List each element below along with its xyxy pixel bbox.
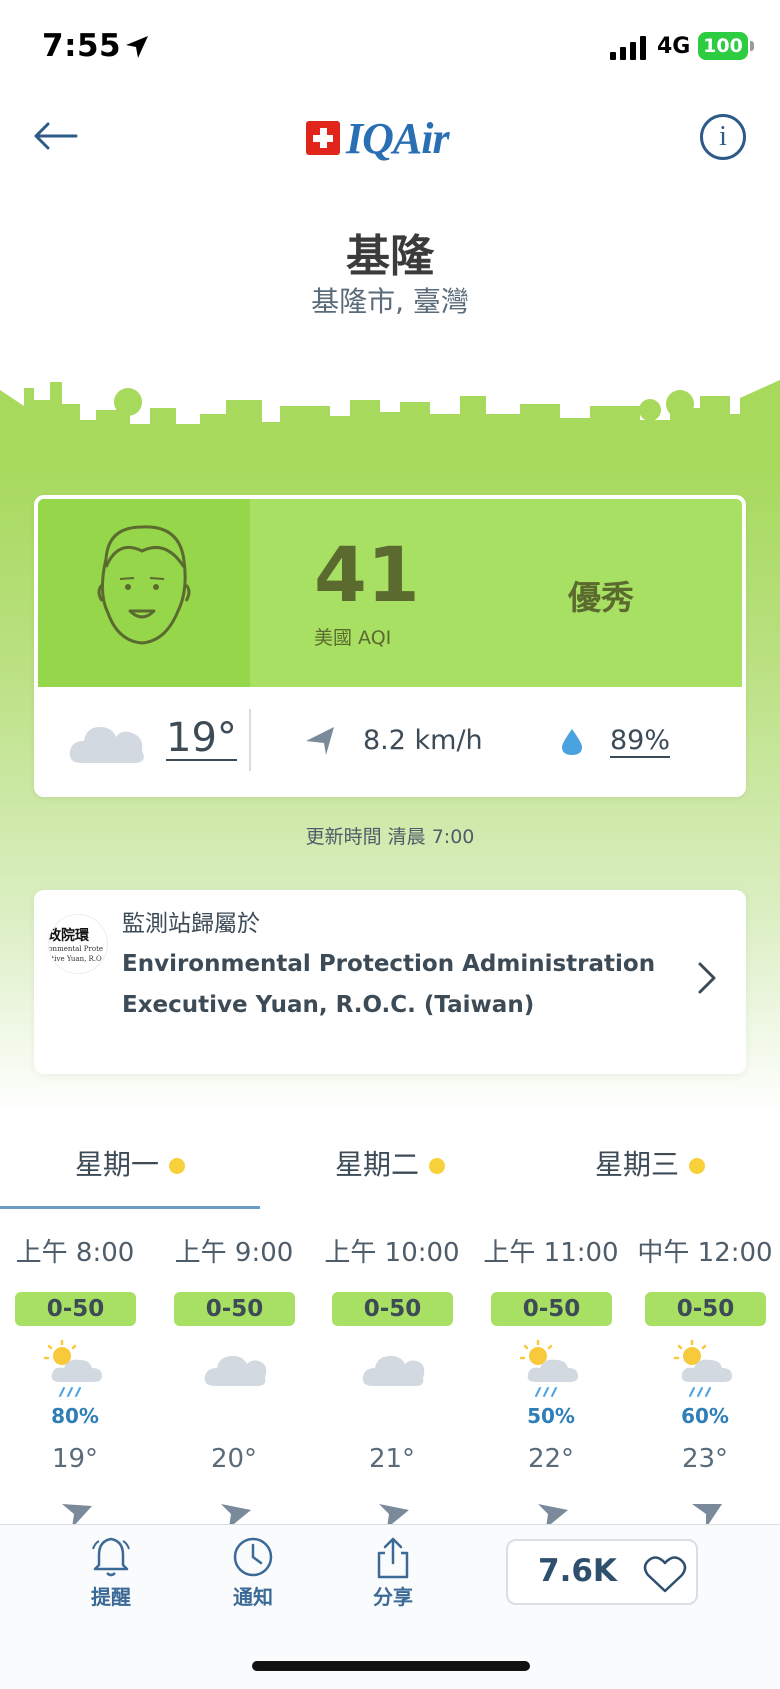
day-tabs: 星期一 星期二 星期三: [0, 1140, 780, 1210]
wind-direction-icon: [306, 727, 334, 755]
like-button[interactable]: 7.6K: [506, 1539, 698, 1605]
aqi-range-badge: 0-50: [174, 1292, 295, 1326]
station-logo: 政院環 ronmental Prote utive Yuan, R.O: [48, 914, 108, 974]
alert-button[interactable]: 提醒: [56, 1535, 166, 1625]
cloud-icon: [362, 1356, 425, 1386]
partly-sunny-rain-icon: [43, 1339, 102, 1397]
hourly-forecast[interactable]: 上午 8:00 0-50 80% 19° 上午 9:00 0-50 20° 上午…: [0, 1232, 780, 1532]
battery-icon: 100: [698, 32, 748, 60]
station-owner-label: 監測站歸屬於: [122, 911, 260, 937]
signal-icon: [610, 36, 646, 60]
tab-day-3[interactable]: 星期三: [520, 1140, 780, 1210]
bottom-toolbar: 提醒 通知 分享 7.6K: [0, 1524, 780, 1689]
chevron-right-icon: [698, 962, 716, 994]
update-time: 更新時間 清晨 7:00: [305, 826, 475, 848]
partly-sunny-rain-icon: [673, 1339, 732, 1397]
aqi-value: 41: [314, 530, 420, 619]
temperature[interactable]: 19°: [166, 717, 237, 761]
sun-dot-icon: [169, 1158, 185, 1174]
share-icon: [377, 1537, 409, 1579]
active-tab-indicator: [0, 1206, 260, 1209]
hour-item: 上午 10:00 0-50 21°: [317, 1232, 467, 1532]
share-button[interactable]: 分享: [338, 1535, 448, 1625]
clock-icon: [233, 1537, 273, 1577]
hour-item: 上午 11:00 0-50 50% 22°: [476, 1232, 626, 1532]
wind-speed: 8.2 km/h: [363, 725, 483, 756]
info-icon[interactable]: i: [700, 114, 746, 160]
network-type: 4G: [657, 34, 691, 59]
swiss-cross-icon: [306, 121, 340, 155]
tab-day-1[interactable]: 星期一: [0, 1140, 260, 1210]
tab-day-2[interactable]: 星期二: [260, 1140, 520, 1210]
city-region: 基隆市, 臺灣: [311, 285, 469, 318]
aqi-range-badge: 0-50: [491, 1292, 612, 1326]
bell-icon: [92, 1537, 130, 1577]
like-count: 7.6K: [538, 1553, 617, 1589]
hour-item: 中午 12:00 0-50 60% 23°: [630, 1232, 780, 1532]
aqi-range-badge: 0-50: [332, 1292, 453, 1326]
battery-cap: [750, 41, 754, 51]
cloud-icon: [204, 1356, 267, 1386]
notify-button[interactable]: 通知: [198, 1535, 308, 1625]
weather-row: 19° 8.2 km/h 89%: [38, 687, 742, 793]
face-panel: [38, 499, 250, 687]
city-title: 基隆: [346, 231, 434, 282]
heart-icon: [643, 1556, 687, 1593]
sun-dot-icon: [689, 1158, 705, 1174]
clock-time: 7:55: [42, 28, 122, 64]
station-name: Environmental Protection Administration …: [122, 951, 656, 1018]
status-bar: 7:55 4G 100: [0, 0, 780, 96]
happy-face-icon: [97, 525, 191, 645]
humidity[interactable]: 89%: [610, 725, 671, 758]
aqi-card: 41 美國 AQI 優秀 19° 8.2 km/h 89%: [34, 495, 746, 797]
water-drop-icon: [562, 729, 582, 755]
aqi-range-badge: 0-50: [15, 1292, 136, 1326]
station-card[interactable]: 政院環 ronmental Prote utive Yuan, R.O 監測站歸…: [34, 890, 746, 1074]
hour-item: 上午 9:00 0-50 20°: [159, 1232, 309, 1532]
location-arrow-icon: [126, 36, 148, 58]
aqi-label: 美國 AQI: [314, 627, 392, 649]
aqi-range-badge: 0-50: [645, 1292, 766, 1326]
divider: [249, 709, 251, 771]
home-indicator[interactable]: [252, 1661, 530, 1671]
arrow-left-icon[interactable]: [30, 116, 80, 156]
city-skyline-illustration: [0, 380, 780, 470]
aqi-summary: 41 美國 AQI 優秀: [38, 499, 742, 687]
sun-dot-icon: [429, 1158, 445, 1174]
cloud-icon: [69, 727, 144, 763]
logo-text: IQAir: [346, 113, 450, 163]
iqair-logo: IQAir: [306, 113, 450, 163]
hour-item: 上午 8:00 0-50 80% 19°: [0, 1232, 150, 1532]
top-nav: IQAir i: [0, 96, 780, 186]
partly-sunny-rain-icon: [519, 1339, 578, 1397]
aqi-status: 優秀: [568, 578, 634, 617]
